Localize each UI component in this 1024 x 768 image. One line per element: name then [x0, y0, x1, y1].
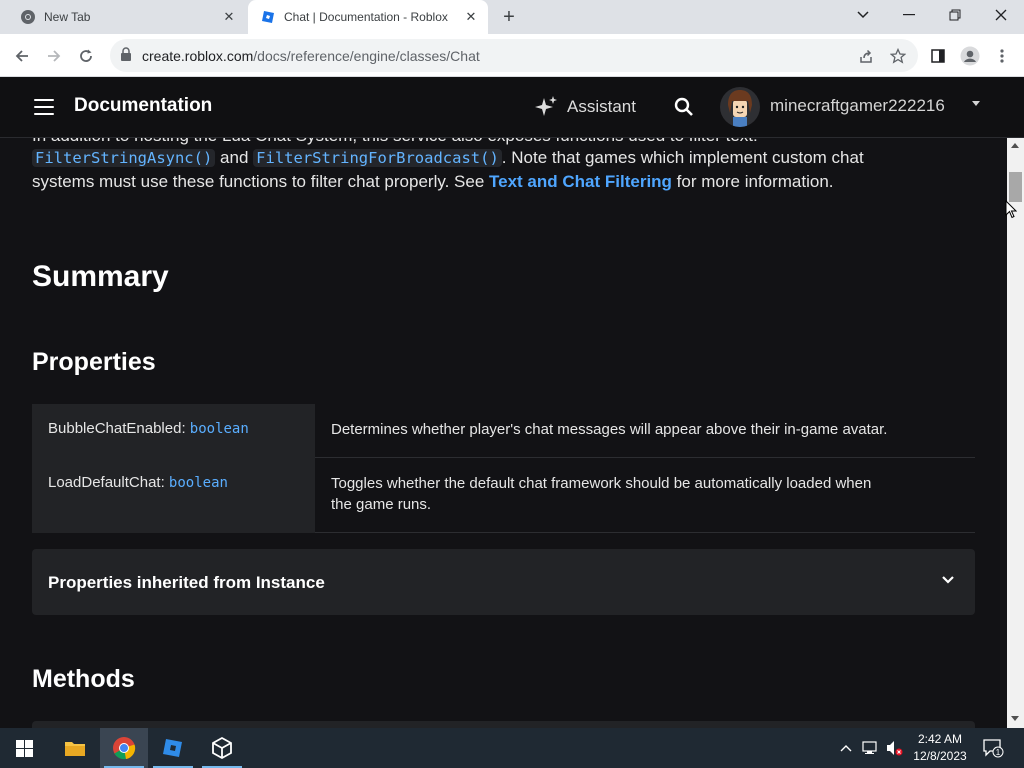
filterstringforbroadcast-link[interactable]: FilterStringForBroadcast() — [253, 149, 502, 167]
avatar[interactable] — [720, 87, 760, 127]
bookmark-star-icon[interactable] — [886, 44, 910, 68]
intro-paragraph-line: FilterStringAsync() and FilterStringForB… — [32, 146, 972, 170]
doc-content: In addition to hosting the Lua Chat Syst… — [0, 138, 1007, 728]
site-header: Documentation Assistant minecraftgamer22… — [0, 77, 1024, 138]
file-explorer-icon[interactable] — [51, 728, 99, 768]
intro-paragraph-line: systems must use these functions to filt… — [32, 172, 834, 191]
account-caret-icon[interactable] — [972, 101, 980, 106]
chrome-icon — [21, 10, 35, 24]
assistant-label: Assistant — [567, 97, 636, 116]
taskbar-clock[interactable]: 2:42 AM 12/8/2023 — [905, 731, 975, 765]
row-divider — [315, 532, 975, 533]
properties-table: BubbleChatEnabled: boolean Determines wh… — [32, 404, 975, 533]
close-window-icon[interactable] — [978, 0, 1024, 30]
roblox-player-taskbar-icon[interactable] — [198, 728, 246, 768]
methods-table — [32, 721, 975, 728]
side-panel-icon[interactable] — [926, 44, 950, 68]
property-bubblechatenabled[interactable]: BubbleChatEnabled: boolean — [48, 420, 249, 437]
page-scrollbar[interactable] — [1007, 138, 1024, 728]
methods-heading: Methods — [32, 665, 135, 693]
restore-icon[interactable] — [932, 0, 978, 30]
browser-toolbar: create.roblox.com/docs/reference/engine/… — [0, 34, 1024, 77]
properties-heading: Properties — [32, 348, 156, 376]
lock-icon[interactable] — [120, 47, 132, 62]
scroll-up-arrow-icon[interactable] — [1011, 143, 1019, 148]
tab-chat-documentation[interactable]: Chat | Documentation - Roblox ✕ — [248, 0, 488, 34]
scroll-down-arrow-icon[interactable] — [1011, 716, 1019, 721]
chrome-taskbar-icon[interactable] — [100, 728, 148, 768]
tab-title: Chat | Documentation - Roblox — [284, 10, 448, 24]
tab-new-tab[interactable]: New Tab ✕ — [8, 0, 246, 34]
tab-title: New Tab — [44, 10, 91, 24]
notification-center-icon[interactable]: 1 — [980, 728, 1006, 768]
roblox-studio-taskbar-icon[interactable] — [149, 728, 197, 768]
search-icon[interactable] — [672, 95, 696, 119]
close-tab-icon[interactable]: ✕ — [220, 8, 238, 26]
minimize-icon[interactable] — [886, 0, 932, 30]
filterstringasync-link[interactable]: FilterStringAsync() — [32, 149, 216, 167]
network-icon[interactable] — [860, 728, 882, 768]
profile-icon[interactable] — [958, 44, 982, 68]
chevron-down-icon — [942, 576, 954, 584]
property-type[interactable]: boolean — [190, 421, 249, 437]
notification-count: 1 — [996, 748, 1001, 757]
tab-search-icon[interactable] — [840, 0, 886, 30]
forward-icon[interactable] — [42, 44, 66, 68]
new-tab-button[interactable]: + — [498, 6, 520, 28]
reload-icon[interactable] — [74, 44, 98, 68]
property-loaddefaultchat[interactable]: LoadDefaultChat: boolean — [48, 474, 228, 491]
roblox-studio-icon — [262, 11, 274, 23]
back-icon[interactable] — [10, 44, 34, 68]
close-tab-icon[interactable]: ✕ — [462, 8, 480, 26]
property-description: Determines whether player's chat message… — [331, 421, 888, 438]
browser-tab-strip: New Tab ✕ Chat | Documentation - Roblox … — [0, 0, 1024, 34]
share-icon[interactable] — [854, 44, 878, 68]
accordion-label: Properties inherited from Instance — [48, 573, 325, 592]
property-description: Toggles whether the default chat framewo… — [331, 475, 872, 513]
property-type[interactable]: boolean — [169, 475, 228, 491]
windows-start-icon[interactable] — [0, 728, 48, 768]
text-and-chat-filtering-link[interactable]: Text and Chat Filtering — [489, 172, 672, 191]
volume-muted-icon[interactable] — [884, 728, 906, 768]
mouse-cursor-icon — [1005, 200, 1017, 219]
username[interactable]: minecraftgamer222216 — [770, 96, 945, 116]
show-hidden-icons-icon[interactable] — [836, 728, 856, 768]
hamburger-menu-icon[interactable] — [34, 99, 54, 115]
sparkle-icon — [535, 96, 557, 116]
site-title[interactable]: Documentation — [74, 95, 212, 117]
assistant-button[interactable]: Assistant — [534, 93, 636, 121]
row-divider — [315, 457, 975, 458]
windows-taskbar: 2:42 AM 12/8/2023 1 — [0, 728, 1024, 768]
summary-heading: Summary — [32, 260, 169, 293]
url-text: create.roblox.com/docs/reference/engine/… — [142, 48, 480, 64]
properties-inherited-accordion[interactable]: Properties inherited from Instance — [32, 549, 975, 615]
address-bar[interactable]: create.roblox.com/docs/reference/engine/… — [110, 39, 918, 72]
scrollbar-thumb[interactable] — [1009, 172, 1022, 202]
kebab-menu-icon[interactable] — [990, 44, 1014, 68]
